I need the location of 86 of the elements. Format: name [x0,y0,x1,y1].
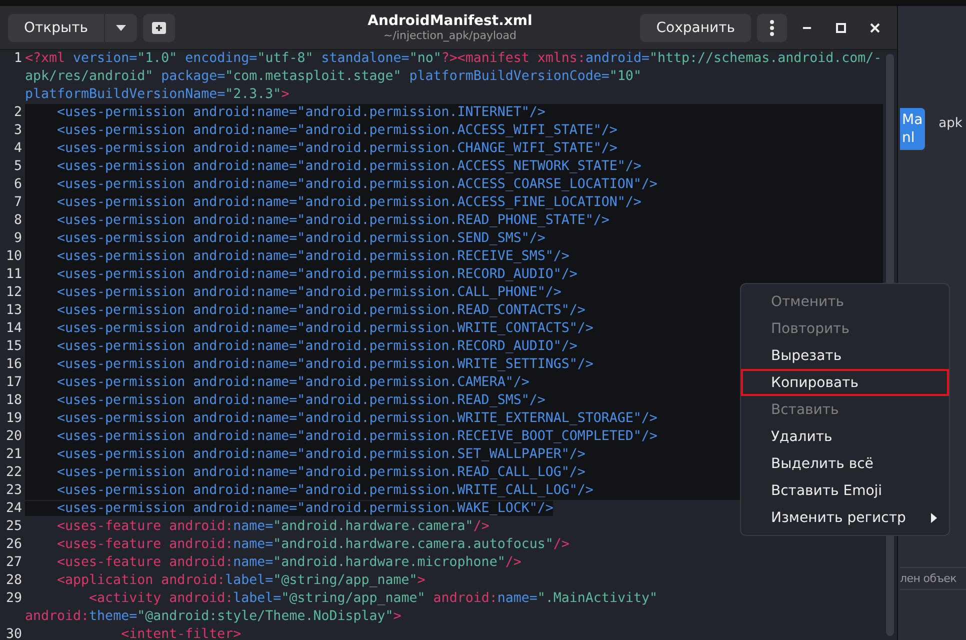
line-number: 4 [14,141,22,156]
code-line: <uses-permission android:name="android.permission.SEND_SMS"/> [56,231,546,246]
code-line: <uses-permission android:name="android.permission.SET_WALLPAPER"/> [56,447,586,462]
code-line: <uses-permission android:name="android.permission.READ_PHONE_STATE"/> [56,213,610,228]
line-number: 9 [14,231,22,246]
line-number: 6 [14,177,22,192]
line-number: 3 [14,123,22,138]
line-number: 15 [6,339,22,354]
line-number: 13 [6,303,22,318]
line-number: 11 [6,267,22,282]
new-tab-button[interactable] [142,14,175,42]
line-number: 30 [6,627,22,640]
code-line: <uses-permission android:name="android.permission.INTERNET"/> [56,105,546,120]
file-name: apk [938,116,962,131]
code-line: <application android:label="@string/app_name"> [56,573,426,588]
code-line: apk/res/android" package="com.metasploit.stage" platformBuildVersionCode="10" [25,69,642,84]
code-line: <uses-permission android:name="android.permission.READ_CONTACTS"/> [56,303,586,318]
code-line: <uses-permission android:name="android.permission.CAMERA"/> [56,375,530,390]
line-number: 10 [6,249,22,264]
code-line: <uses-feature android:name="android.hardware.microphone"/> [56,555,522,570]
code-line: <uses-permission android:name="android.permission.WRITE_CALL_LOG"/> [56,483,594,498]
menu-item[interactable]: Копировать [741,369,949,396]
caret-icon [114,24,127,32]
line-number: 8 [14,213,22,228]
close-icon [870,22,880,32]
line-number: 26 [6,537,22,552]
line-number: 5 [14,159,22,174]
code-line: <uses-permission android:name="android.permission.ACCESS_COARSE_LOCATION"/> [56,177,658,192]
file-name: Ma [902,111,923,129]
code-line: <uses-permission android:name="android.permission.CALL_PHONE"/> [56,285,562,300]
line-number: 12 [6,285,22,300]
menu-item[interactable]: Изменить регистр [741,504,949,531]
minimize-icon [803,26,811,28]
line-number: 27 [6,555,22,570]
menu-item[interactable]: Вставить Emoji [741,477,949,504]
code-line: <uses-permission android:name="android.permission.READ_SMS"/> [56,393,546,408]
code-line: <uses-permission android:name="android.permission.RECORD_AUDIO"/> [56,267,578,282]
code-line: <intent-filter> [120,627,242,640]
line-number: 22 [6,465,22,480]
code-line: <uses-permission android:name="android.permission.ACCESS_FINE_LOCATION"/> [56,195,642,210]
line-number: 18 [6,393,22,408]
code-line: <uses-permission android:name="android.permission.RECEIVE_SMS"/> [56,249,570,264]
code-line: <uses-feature android:name="android.hardware.camera"/> [56,519,490,534]
line-number: 21 [6,447,22,462]
menu-item[interactable]: Удалить [741,423,949,450]
line-number: 19 [6,411,22,426]
file-path: ~/injection_apk/payload [384,29,516,42]
line-number: 16 [6,357,22,372]
line-number: 14 [6,321,22,336]
menu-item[interactable]: Выделить всё [741,450,949,477]
line-number: 28 [6,573,22,588]
menu-button[interactable] [757,14,787,42]
code-line: <uses-permission android:name="android.permission.WRITE_SETTINGS"/> [56,357,594,372]
line-number: 1 [14,51,22,66]
code-line: <uses-permission android:name="android.permission.RECORD_AUDIO"/> [56,339,578,354]
line-number: 20 [6,429,22,444]
line-number: 25 [6,519,22,534]
line-number: 23 [6,483,22,498]
new-tab-icon [150,20,167,34]
code-line: <uses-permission android:name="android.permission.RECEIVE_BOOT_COMPLETED"/> [56,429,658,444]
line-number: 24 [6,501,22,516]
open-button[interactable]: Открыть [8,14,105,42]
maximize-icon [836,22,846,32]
menu-item[interactable]: Вырезать [741,342,949,369]
line-number: 29 [6,591,22,606]
code-line: <uses-permission android:name="android.permission.WRITE_CONTACTS"/> [56,321,594,336]
code-line: platformBuildVersionName="2.3.3"> [25,87,290,102]
open-menu-button[interactable] [104,14,137,42]
line-number: 7 [14,195,22,210]
code-line: android:theme="@android:style/Theme.NoDisplay"> [25,609,402,624]
menu-icon [770,20,774,36]
code-line: <uses-permission android:name="android.permission.READ_CALL_LOG"/> [56,465,586,480]
code-line: <?xml version="1.0" encoding="utf-8" standalone="no"?><manifest xmlns:android="http://schemas.android.com/- [25,51,882,66]
window-title: AndroidManifest.xml [368,13,532,29]
file-name: nl [902,129,916,147]
code-line: <uses-permission android:name="android.permission.CHANGE_WIFI_STATE"/> [56,141,618,156]
save-button[interactable]: Сохранить [640,14,751,42]
line-number: 17 [6,375,22,390]
status-text: лен объек [900,567,966,590]
code-line: <uses-permission android:name="android.permission.ACCESS_NETWORK_STATE"/> [56,159,642,174]
code-line: <uses-feature android:name="android.hardware.camera.autofocus"/> [56,537,570,552]
submenu-arrow-icon [931,512,937,522]
code-line: <uses-permission android:name="android.permission.WRITE_EXTERNAL_STORAGE"/> [56,411,658,426]
code-line: <uses-permission android:name="android.permission.ACCESS_WIFI_STATE"/> [56,123,618,138]
code-line: <activity android:label="@string/app_name" android:name=".MainActivity" [88,591,658,606]
line-number: 2 [14,105,22,120]
